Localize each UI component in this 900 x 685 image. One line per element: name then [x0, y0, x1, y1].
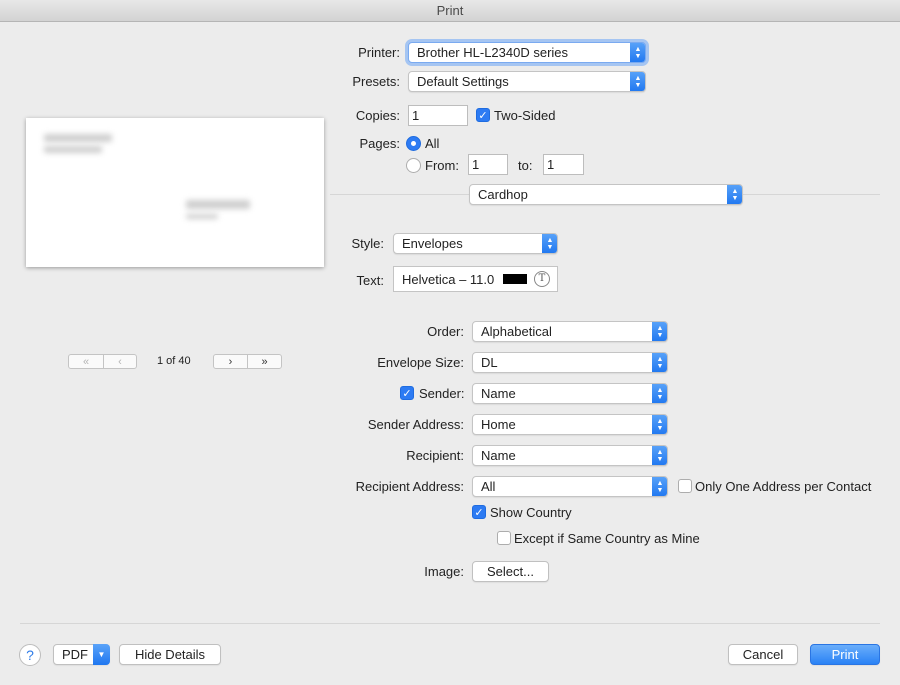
first-page-button[interactable]: «: [68, 354, 104, 369]
recipient-value: Name: [481, 448, 516, 463]
except-same-country-checkbox[interactable]: [497, 531, 511, 545]
footer-divider: [20, 623, 880, 624]
sender-checkbox[interactable]: ✓: [400, 386, 414, 400]
pages-all-label: All: [425, 136, 440, 151]
pages-from-label: From:: [425, 158, 459, 173]
checkmark-icon: ✓: [474, 506, 484, 519]
presets-label: Presets:: [352, 74, 400, 89]
select-image-button[interactable]: Select...: [472, 561, 549, 582]
pages-from-field[interactable]: 1: [468, 154, 508, 175]
printer-popup[interactable]: Brother HL-L2340D series ▲ ▼: [408, 42, 646, 63]
page-indicator: 1 of 40: [157, 355, 191, 367]
updown-arrows-icon: ▲ ▼: [652, 477, 667, 496]
double-chevron-left-icon: «: [82, 355, 90, 368]
chevron-left-icon: ‹: [118, 355, 122, 368]
font-panel-icon[interactable]: T: [534, 271, 550, 287]
two-sided-label: Two-Sided: [494, 108, 556, 123]
except-same-country-label: Except if Same Country as Mine: [514, 531, 700, 546]
presets-popup[interactable]: Default Settings ▲ ▼: [408, 71, 646, 92]
window-title: Print: [436, 3, 464, 18]
recipient-address-label: Recipient Address:: [355, 479, 464, 494]
envelope-size-popup[interactable]: DL ▲ ▼: [472, 352, 668, 373]
sender-address-label: Sender Address:: [367, 417, 464, 432]
presets-value: Default Settings: [417, 74, 509, 89]
copies-field[interactable]: 1: [408, 105, 468, 126]
order-label: Order:: [427, 324, 464, 339]
cancel-button[interactable]: Cancel: [728, 644, 798, 665]
pdf-label: PDF: [62, 647, 88, 662]
updown-arrows-icon: ▲ ▼: [652, 322, 667, 341]
sender-value: Name: [481, 386, 516, 401]
copies-label: Copies:: [355, 108, 400, 123]
sender-label: Sender:: [419, 386, 465, 401]
order-value: Alphabetical: [481, 324, 552, 339]
recipient-address-popup[interactable]: All ▲ ▼: [472, 476, 668, 497]
two-sided-checkbox[interactable]: ✓: [476, 108, 490, 122]
text-font-control[interactable]: Helvetica – 11.0 T: [393, 266, 558, 292]
preview-sender-line: [44, 146, 102, 153]
chevron-down-icon: ▼: [93, 644, 110, 665]
hide-details-button[interactable]: Hide Details: [119, 644, 221, 665]
style-popup[interactable]: Envelopes ▲ ▼: [393, 233, 558, 254]
preview-recipient-line: [186, 200, 250, 209]
sender-popup[interactable]: Name ▲ ▼: [472, 383, 668, 404]
last-page-button[interactable]: »: [247, 354, 282, 369]
style-value: Envelopes: [402, 236, 463, 251]
image-label: Image:: [424, 564, 464, 579]
help-button[interactable]: ?: [19, 644, 41, 666]
only-one-address-label: Only One Address per Contact: [695, 479, 872, 494]
double-chevron-right-icon: »: [261, 355, 268, 368]
preview-sender-line: [44, 134, 112, 142]
sender-address-popup[interactable]: Home ▲ ▼: [472, 414, 668, 435]
pages-all-radio[interactable]: [406, 136, 421, 151]
show-country-checkbox[interactable]: ✓: [472, 505, 486, 519]
updown-arrows-icon: ▲ ▼: [630, 43, 645, 62]
updown-arrows-icon: ▲ ▼: [652, 384, 667, 403]
chevron-right-icon: ›: [228, 355, 233, 368]
updown-arrows-icon: ▲ ▼: [542, 234, 557, 253]
text-label: Text:: [356, 273, 384, 288]
only-one-address-checkbox[interactable]: [678, 479, 692, 493]
app-section-value: Cardhop: [478, 187, 528, 202]
pages-to-field[interactable]: 1: [543, 154, 584, 175]
next-page-button[interactable]: ›: [213, 354, 248, 369]
envelope-size-value: DL: [481, 355, 498, 370]
print-button[interactable]: Print: [810, 644, 880, 665]
envelope-size-label: Envelope Size:: [377, 355, 464, 370]
pdf-menu-button[interactable]: PDF ▼: [53, 644, 110, 665]
style-label: Style:: [351, 236, 384, 251]
updown-arrows-icon: ▲ ▼: [727, 185, 742, 204]
printer-label: Printer:: [358, 45, 400, 60]
sender-address-value: Home: [481, 417, 516, 432]
printer-value: Brother HL-L2340D series: [417, 45, 569, 60]
checkmark-icon: ✓: [402, 387, 412, 400]
updown-arrows-icon: ▲ ▼: [630, 72, 645, 91]
pages-to-label: to:: [518, 158, 533, 173]
pages-from-radio[interactable]: [406, 158, 421, 173]
show-country-label: Show Country: [490, 505, 572, 520]
updown-arrows-icon: ▲ ▼: [652, 415, 667, 434]
recipient-popup[interactable]: Name ▲ ▼: [472, 445, 668, 466]
text-color-swatch[interactable]: [503, 274, 527, 284]
previous-page-button[interactable]: ‹: [103, 354, 137, 369]
updown-arrows-icon: ▲ ▼: [652, 353, 667, 372]
window-titlebar: Print: [0, 0, 900, 22]
pages-label: Pages:: [359, 136, 400, 151]
checkmark-icon: ✓: [478, 109, 488, 122]
text-font-value: Helvetica – 11.0: [402, 272, 495, 287]
print-preview: [26, 118, 324, 267]
app-section-popup[interactable]: Cardhop ▲ ▼: [469, 184, 743, 205]
preview-recipient-line: [186, 214, 218, 219]
recipient-label: Recipient:: [406, 448, 464, 463]
order-popup[interactable]: Alphabetical ▲ ▼: [472, 321, 668, 342]
recipient-address-value: All: [481, 479, 496, 494]
updown-arrows-icon: ▲ ▼: [652, 446, 667, 465]
